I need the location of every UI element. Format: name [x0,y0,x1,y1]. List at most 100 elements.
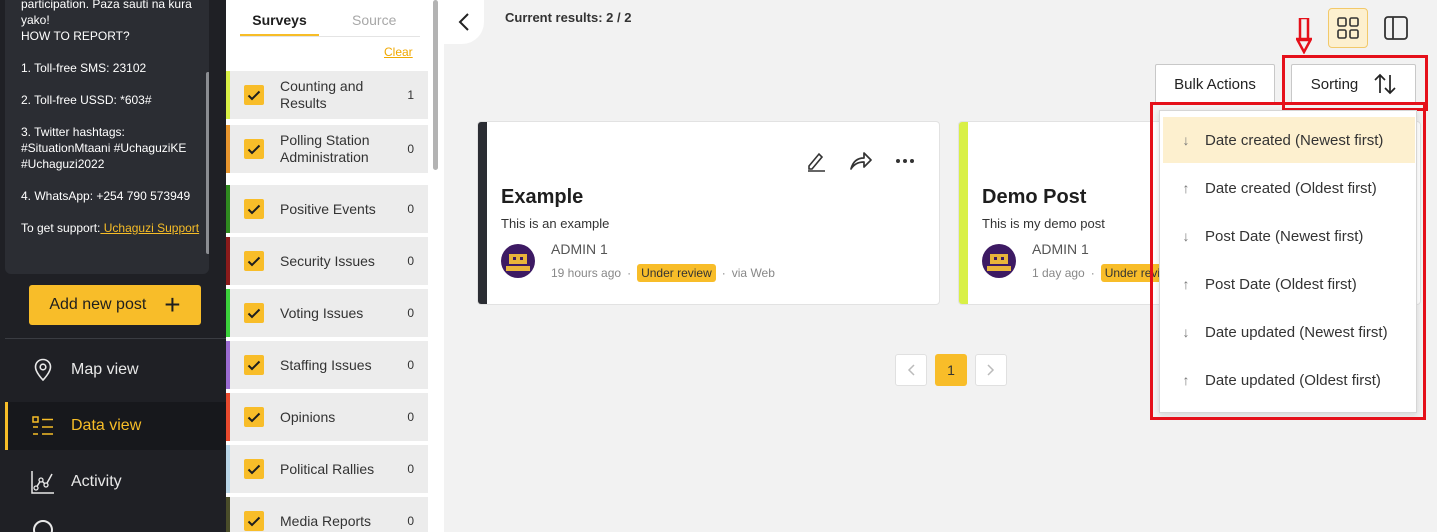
post-title[interactable]: Demo Post [982,186,1086,209]
deployment-info-panel: participation. Paza sauti na kura yako! … [5,0,209,274]
survey-name: Security Issues [280,252,375,269]
nav-label: Map view [71,361,139,378]
checkbox-checked-icon[interactable] [244,139,264,159]
survey-count: 1 [407,88,414,102]
clear-filters-link[interactable]: Clear [384,45,413,59]
survey-filter-item[interactable]: Media Reports 0 [226,497,428,532]
info-line: To get support: Uchaguzi Support [21,221,200,235]
survey-name: Voting Issues [280,304,364,321]
survey-count: 0 [407,410,414,424]
share-icon[interactable] [849,151,873,171]
nav-activity[interactable]: Activity [5,458,226,506]
activity-icon [31,470,55,494]
survey-name: Staffing Issues [280,356,372,373]
survey-name: Opinions [280,408,336,425]
checkbox-checked-icon[interactable] [244,85,264,105]
avatar [501,244,535,278]
filter-tabs: Surveys Source [240,8,420,38]
post-description: This is an example [501,216,610,231]
checkbox-checked-icon[interactable] [244,303,264,323]
post-meta: 19 hours ago · Under review · via Web [551,264,775,282]
more-options-icon[interactable] [895,158,915,164]
tab-source[interactable]: Source [352,12,396,28]
settings-icon[interactable] [33,520,53,532]
info-line: participation. Paza sauti na kura yako! [21,0,192,27]
checkbox-checked-icon[interactable] [244,355,264,375]
checkbox-checked-icon[interactable] [244,199,264,219]
pagination-next-button[interactable] [975,354,1007,386]
info-scrollbar[interactable] [206,72,209,254]
nav-map-view[interactable]: Map view [5,346,226,394]
chevron-left-icon [907,364,915,376]
nav-label: Data view [71,417,142,434]
list-view-button[interactable] [1376,8,1416,48]
plus-icon: + [164,289,181,320]
deployment-info-text: participation. Paza sauti na kura yako! … [21,0,201,236]
survey-count: 0 [407,462,414,476]
sidebar-divider [5,338,226,339]
checkbox-checked-icon[interactable] [244,511,264,531]
annotation-arrow-icon [1296,18,1312,54]
survey-name: Positive Events [280,200,376,217]
nav-data-view[interactable]: Data view [5,402,226,450]
post-source: via Web [731,266,775,280]
edit-icon[interactable] [805,150,827,172]
survey-filter-item[interactable]: Opinions 0 [226,393,428,441]
survey-filter-item[interactable]: Counting and Results 1 [226,71,428,119]
post-actions [805,150,915,172]
tab-divider [240,36,420,37]
survey-color-stripe [959,122,968,304]
survey-filter-item[interactable]: Political Rallies 0 [226,445,428,493]
tab-surveys[interactable]: Surveys [240,12,319,36]
survey-count: 0 [407,358,414,372]
survey-name: Counting and Results [280,78,364,111]
survey-filter-item[interactable]: Staffing Issues 0 [226,341,428,389]
sort-arrows-icon [1374,73,1396,95]
info-line: HOW TO REPORT? [21,29,130,43]
post-author: ADMIN 1 [1032,241,1089,257]
avatar [982,244,1016,278]
map-pin-icon [31,358,55,382]
add-new-post-button[interactable]: Add new post + [29,285,201,325]
add-post-label: Add new post [49,296,147,313]
survey-filter-item[interactable]: Security Issues 0 [226,237,428,285]
checkbox-checked-icon[interactable] [244,251,264,271]
checkbox-checked-icon[interactable] [244,407,264,427]
sorting-label: Sorting [1310,75,1359,93]
annotation-box-dropdown [1150,102,1426,420]
survey-name: Media Reports [280,512,372,529]
filters-panel: Surveys Source Clear Counting and Result… [226,0,444,532]
post-description: This is my demo post [982,216,1105,231]
survey-count: 0 [407,142,414,156]
survey-name: Polling Station Administration [280,132,370,165]
survey-filter-item[interactable]: Voting Issues 0 [226,289,428,337]
grid-view-button[interactable] [1328,8,1368,48]
filters-scrollbar[interactable] [433,0,438,170]
info-line: 1. Toll-free SMS: 23102 [21,61,147,75]
post-title[interactable]: Example [501,186,583,209]
bulk-actions-button[interactable]: Bulk Actions [1155,64,1275,104]
post-time: 1 day ago [1032,266,1085,280]
info-line: 3. Twitter hashtags: #SituationMtaani #U… [21,125,187,171]
post-card[interactable]: Example This is an example ADMIN 1 19 ho… [477,121,940,305]
chevron-left-icon [458,13,469,31]
checkbox-checked-icon[interactable] [244,459,264,479]
survey-filter-item[interactable]: Positive Events 0 [226,185,428,233]
survey-name: Political Rallies [280,460,375,477]
survey-color-stripe [478,122,487,304]
collapse-panel-button[interactable] [444,0,484,44]
grid-icon [1337,17,1359,39]
nav-label: Activity [71,473,122,490]
sorting-button[interactable]: Sorting [1291,64,1416,104]
main-sidebar: participation. Paza sauti na kura yako! … [0,0,226,532]
info-line: 2. Toll-free USSD: *603# [21,93,152,107]
info-line: 4. WhatsApp: +254 790 573949 [21,189,191,203]
chevron-right-icon [987,364,995,376]
pagination-prev-button[interactable] [895,354,927,386]
survey-count: 0 [407,202,414,216]
survey-count: 0 [407,254,414,268]
survey-filter-item[interactable]: Polling Station Administration 0 [226,125,428,173]
pagination-page-1[interactable]: 1 [935,354,967,386]
support-link[interactable]: Uchaguzi Support [100,221,199,235]
post-time: 19 hours ago [551,266,622,280]
